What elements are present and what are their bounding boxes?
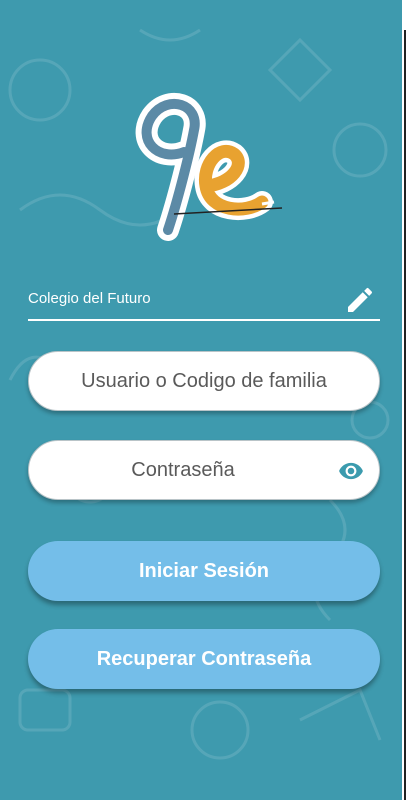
- school-name: Colegio del Futuro: [28, 290, 151, 307]
- school-selector[interactable]: Colegio del Futuro: [28, 280, 380, 322]
- username-input[interactable]: [29, 352, 379, 410]
- eye-icon[interactable]: [337, 458, 365, 484]
- password-input[interactable]: [29, 441, 379, 499]
- recover-password-button[interactable]: Recuperar Contraseña: [28, 629, 380, 689]
- login-screen: Colegio del Futuro Iniciar Sesión Recupe…: [0, 0, 402, 800]
- login-button[interactable]: Iniciar Sesión: [28, 541, 380, 601]
- edge-divider: [404, 30, 406, 800]
- app-logo: [135, 92, 283, 241]
- pencil-icon[interactable]: [344, 284, 376, 316]
- password-field-wrapper: [28, 440, 380, 500]
- username-field-wrapper: [28, 351, 380, 411]
- school-underline: [28, 319, 380, 321]
